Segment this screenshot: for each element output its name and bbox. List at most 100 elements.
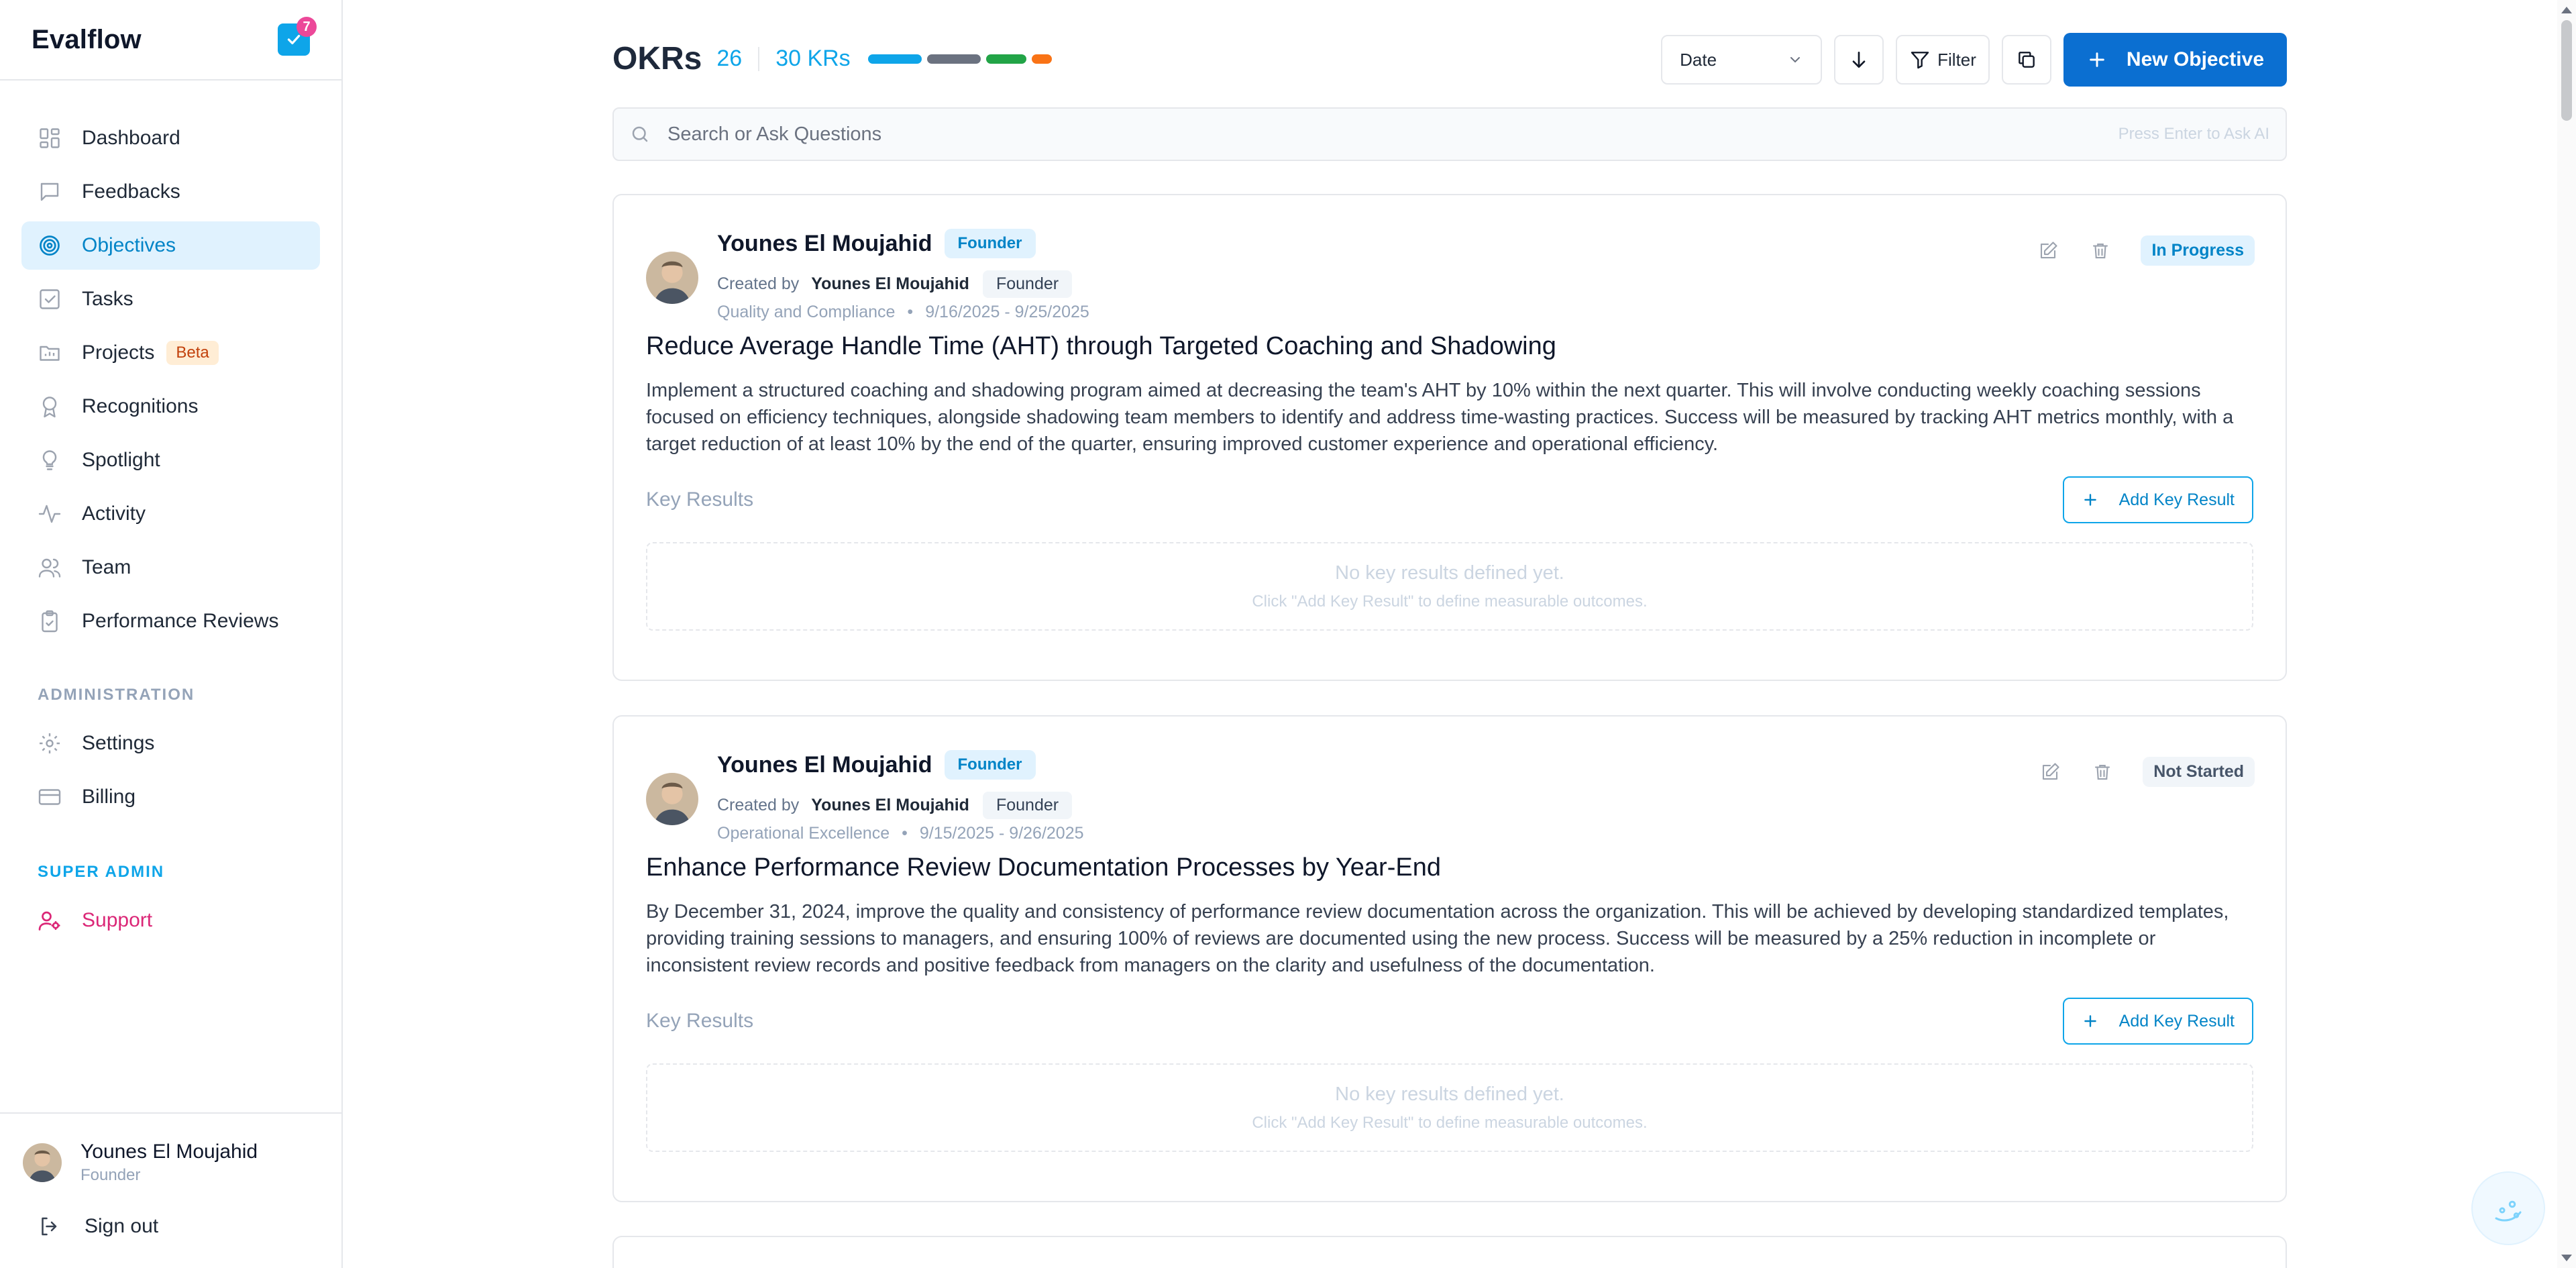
sidebar-item-label: Dashboard xyxy=(82,127,180,149)
scroll-up-arrow[interactable] xyxy=(2561,7,2572,13)
status-badge: Not Started xyxy=(2143,757,2255,787)
search-input[interactable] xyxy=(667,123,2118,146)
trash-icon xyxy=(2093,243,2108,258)
add-key-result-button[interactable]: Add Key Result xyxy=(2062,476,2253,523)
objective-meta: Quality and Compliance • 9/16/2025 - 9/2… xyxy=(717,303,1089,322)
sidebar-item-team[interactable]: Team xyxy=(21,543,320,592)
objective-title[interactable]: Reduce Average Handle Time (AHT) through… xyxy=(646,332,2253,361)
filter-label: Filter xyxy=(1937,49,1976,70)
filter-icon xyxy=(1911,52,1929,69)
logout-icon xyxy=(38,1214,62,1238)
sidebar-item-spotlight[interactable]: Spotlight xyxy=(21,436,320,484)
edit-button[interactable] xyxy=(2035,237,2061,264)
owner-role-badge: Founder xyxy=(944,750,1036,780)
sidebar-item-activity[interactable]: Activity xyxy=(21,490,320,538)
app-root: Evalflow 7 Dashboard Feedbacks Objective… xyxy=(0,0,2576,1268)
notification-button[interactable]: 7 xyxy=(278,17,317,56)
sidebar-item-dashboard[interactable]: Dashboard xyxy=(21,114,320,162)
creator-name: Younes El Moujahid xyxy=(811,274,969,293)
sidebar-item-feedbacks[interactable]: Feedbacks xyxy=(21,168,320,216)
sidebar-item-label: Billing xyxy=(82,786,136,808)
sidebar-item-label: Team xyxy=(82,556,131,578)
edit-icon xyxy=(2043,762,2059,780)
plus-icon xyxy=(2084,1015,2096,1027)
beta-badge: Beta xyxy=(166,341,219,365)
user-role: Founder xyxy=(80,1166,141,1184)
key-results-label: Key Results xyxy=(646,488,754,511)
owner-role-badge: Founder xyxy=(944,229,1036,258)
brand-name: Evalflow xyxy=(32,24,142,54)
delete-button[interactable] xyxy=(2087,237,2114,264)
add-key-result-button[interactable]: Add Key Result xyxy=(2062,998,2253,1045)
plus-icon xyxy=(2084,494,2096,506)
key-results-header: Key Results Add Key Result xyxy=(646,476,2253,523)
key-results-header: Key Results Add Key Result xyxy=(646,998,2253,1045)
copy-button[interactable] xyxy=(2001,35,2051,85)
filter-button[interactable]: Filter xyxy=(1896,35,1990,85)
trash-icon xyxy=(2095,764,2110,780)
search-icon xyxy=(632,126,648,142)
objective-dates: 9/15/2025 - 9/26/2025 xyxy=(919,824,1084,843)
objective-card-header: Younes El Moujahid Founder Created by Yo… xyxy=(614,717,2286,853)
main-content: OKRs 26 30 KRs Date Filter New Objective… xyxy=(612,0,2287,1268)
page-scrollbar[interactable] xyxy=(2557,0,2576,1268)
created-by-label: Created by xyxy=(717,274,800,293)
sort-direction-button[interactable] xyxy=(1834,35,1884,85)
creator-name: Younes El Moujahid xyxy=(811,796,969,814)
sidebar-item-label: Support xyxy=(82,909,153,931)
sidebar-item-label: Objectives xyxy=(82,234,176,256)
sidebar-item-tasks[interactable]: Tasks xyxy=(21,275,320,323)
owner-line: Younes El Moujahid Founder xyxy=(717,750,1036,780)
scroll-down-arrow[interactable] xyxy=(2561,1255,2572,1261)
creator-role-badge: Founder xyxy=(982,792,1073,819)
created-by-line: Created by Younes El Moujahid Founder xyxy=(717,270,1073,298)
credit-card-icon xyxy=(38,785,62,809)
target-icon xyxy=(38,233,62,258)
toolbar: Date Filter New Objective xyxy=(1661,33,2287,87)
delete-button[interactable] xyxy=(2089,759,2116,786)
edit-icon xyxy=(2041,241,2057,258)
add-key-result-label: Add Key Result xyxy=(2118,490,2235,509)
creator-role-badge: Founder xyxy=(982,270,1073,298)
notification-count-badge: 7 xyxy=(297,17,317,37)
objective-description: By December 31, 2024, improve the qualit… xyxy=(646,901,2229,976)
sidebar-item-label: Recognitions xyxy=(82,395,199,417)
chevron-down-icon xyxy=(1790,57,1801,63)
sidebar-item-recognitions[interactable]: Recognitions xyxy=(21,382,320,431)
users-icon xyxy=(38,556,62,580)
clipboard-icon xyxy=(38,609,62,633)
sidebar-item-label: Spotlight xyxy=(82,449,160,471)
objective-card xyxy=(612,1236,2287,1268)
sidebar-item-billing[interactable]: Billing xyxy=(21,773,320,821)
empty-state-hint: Click "Add Key Result" to define measura… xyxy=(1252,1113,1648,1132)
sidebar-item-support[interactable]: Support xyxy=(21,896,320,945)
sidebar-item-performance-reviews[interactable]: Performance Reviews xyxy=(21,597,320,645)
new-objective-button[interactable]: New Objective xyxy=(2063,33,2287,87)
status-pill-in-progress xyxy=(867,54,922,64)
sign-out-button[interactable]: Sign out xyxy=(0,1185,341,1238)
key-results-empty-state: No key results defined yet. Click "Add K… xyxy=(646,1063,2253,1152)
user-profile[interactable]: Younes El Moujahid Founder xyxy=(0,1114,341,1185)
ai-assistant-button[interactable] xyxy=(2471,1171,2545,1245)
main-nav: Dashboard Feedbacks Objectives Tasks Pro… xyxy=(0,81,341,945)
empty-state-title: No key results defined yet. xyxy=(1335,562,1564,584)
avatar xyxy=(23,1143,62,1182)
edit-button[interactable] xyxy=(2037,759,2063,786)
objective-category: Quality and Compliance xyxy=(717,303,896,321)
objective-title[interactable]: Enhance Performance Review Documentation… xyxy=(646,853,2253,882)
card-actions: In Progress xyxy=(2009,235,2255,266)
scroll-thumb[interactable] xyxy=(2561,20,2572,121)
sidebar-item-settings[interactable]: Settings xyxy=(21,719,320,768)
sidebar-item-objectives[interactable]: Objectives xyxy=(21,221,320,270)
activity-icon xyxy=(38,502,62,526)
new-objective-label: New Objective xyxy=(2126,48,2264,70)
kr-count: 30 KRs xyxy=(775,46,851,71)
dashboard-icon xyxy=(38,126,62,150)
divider xyxy=(758,46,760,71)
arrow-down-icon xyxy=(1852,52,1866,68)
sidebar-item-projects[interactable]: Projects Beta xyxy=(21,329,320,377)
award-icon xyxy=(38,394,62,419)
created-by-label: Created by xyxy=(717,796,800,814)
sort-select[interactable]: Date xyxy=(1661,35,1823,85)
status-badge: In Progress xyxy=(2141,235,2255,266)
